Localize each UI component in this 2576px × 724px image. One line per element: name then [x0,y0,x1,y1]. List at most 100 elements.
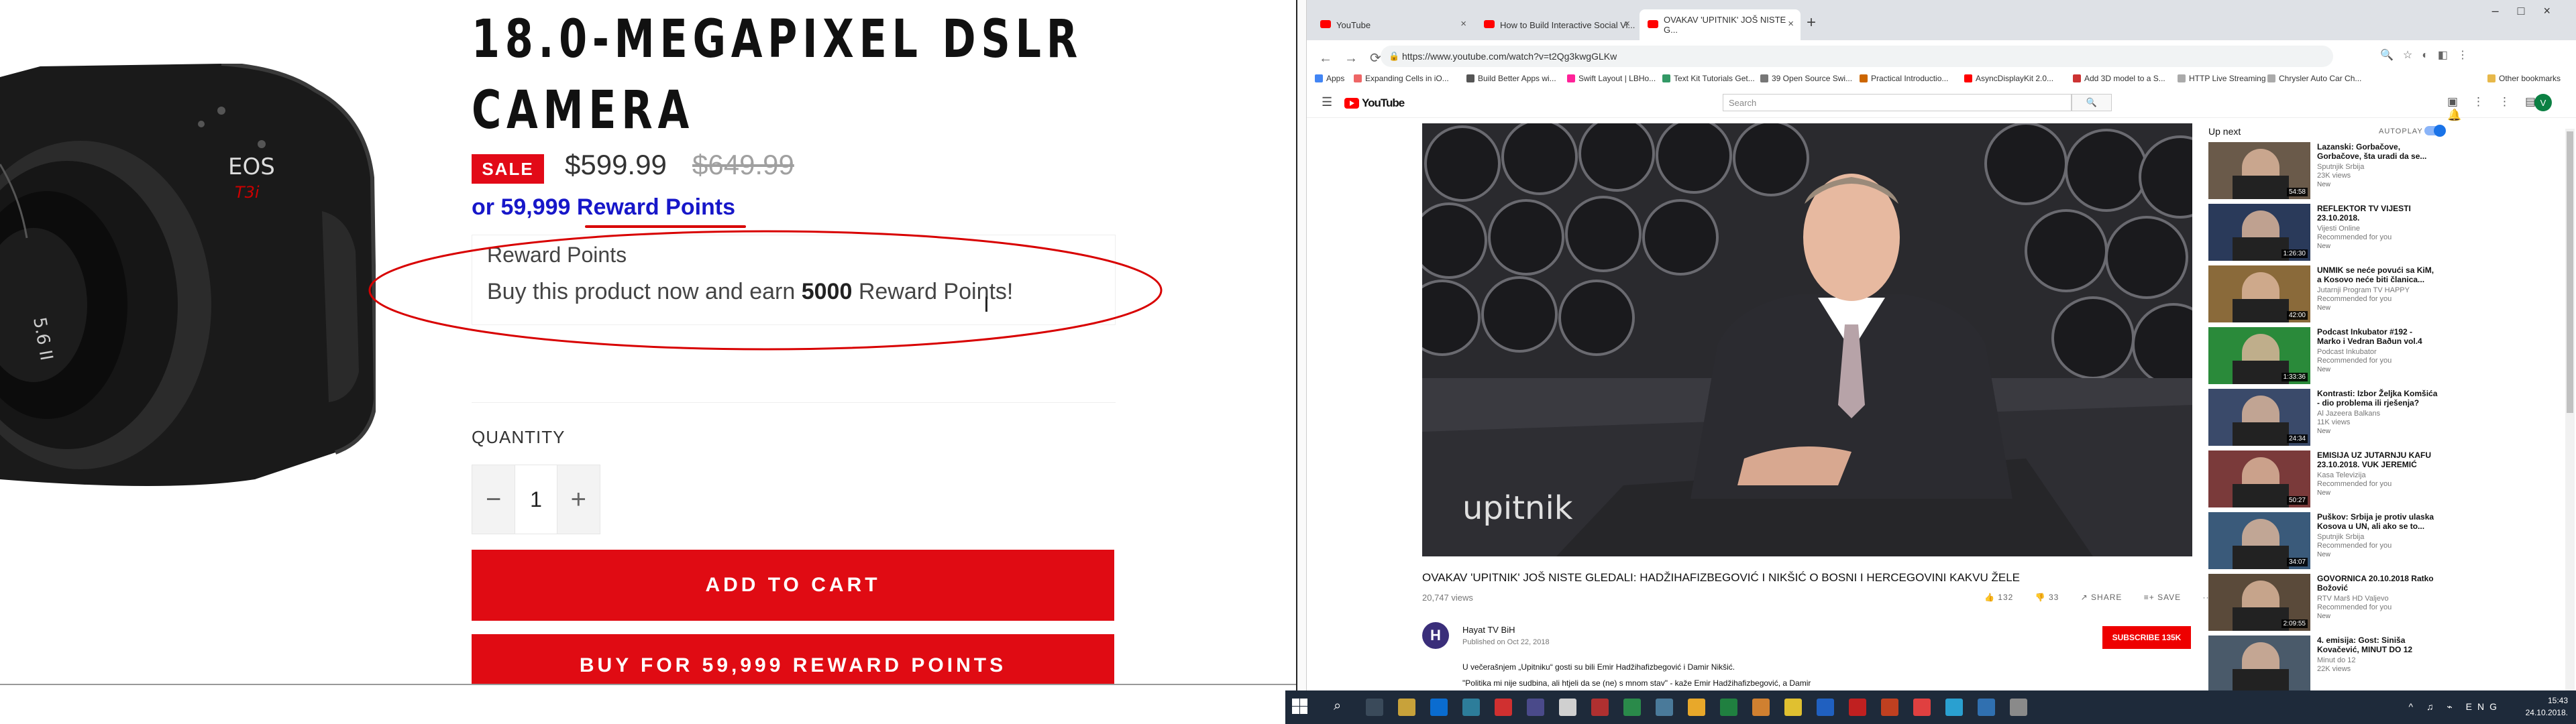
recommended-video[interactable]: 1:26:30 REFLEKTOR TV VIJESTI 23.10.2018. V… [2208,204,2477,261]
recommended-video-title[interactable]: REFLEKTOR TV VIJESTI 23.10.2018. [2317,204,2438,223]
search-button[interactable]: 🔍 [2072,94,2112,111]
quantity-increase-button[interactable]: + [557,465,600,534]
channel-name[interactable]: Hayat TV BiH [1462,625,1515,635]
recommended-video[interactable]: 1:33:36 Podcast Inkubator #192 - Marko i … [2208,327,2477,385]
app-icon[interactable] [1527,699,1544,716]
extension-icons[interactable]: 🔍☆◐◧⋮ [2380,48,2477,62]
recommended-video[interactable]: 34:07 Puškov: Srbija je protiv ulaska Kos… [2208,512,2477,570]
video-player[interactable]: upitnik [1422,123,2192,556]
app-icon[interactable] [1623,699,1641,716]
quantity-input[interactable]: 1 [515,465,557,534]
recommended-video-title[interactable]: Podcast Inkubator #192 - Marko i Vedran … [2317,327,2438,346]
bookmark[interactable]: Chrysler Auto Car Ch... [2267,74,2361,83]
language-indicator[interactable]: ENG [2466,701,2502,712]
recommended-video[interactable]: 42:00 UNMIK se neće povući sa KiM, a Koso… [2208,265,2477,323]
tab-youtube[interactable]: YouTube × [1312,9,1473,40]
recommended-video[interactable]: 2:09:55 GOVORNICA 20.10.2018 Ratko Božovi… [2208,574,2477,631]
close-tab-icon[interactable]: × [1624,18,1630,29]
channel-avatar[interactable]: H [1422,622,1449,649]
acrobat-icon[interactable] [1849,699,1866,716]
tab-how-to-build[interactable]: How to Build Interactive Social Vi... × [1476,9,1637,40]
bookmark-apps[interactable]: Apps [1315,74,1344,83]
address-bar[interactable]: 🔒 https://www.youtube.com/watch?v=t2Qg3k… [1381,46,2333,67]
bookmark[interactable]: Build Better Apps wi... [1466,74,1556,83]
window-controls[interactable]: –□× [2492,4,2569,18]
app-icon[interactable] [1881,699,1898,716]
tab-upitnik-active[interactable]: OVAKAV 'UPITNIK' JOŠ NISTE G... × [1640,9,1801,40]
bookmark[interactable]: Practical Introductio... [1860,74,1948,83]
recommended-video-title[interactable]: 4. emisija: Gost: Siniša Kovačević, MINU… [2317,636,2438,654]
quantity-decrease-button[interactable]: − [472,465,515,534]
share-button[interactable]: ↗ SHARE [2081,593,2132,602]
app-icon[interactable] [1462,699,1480,716]
dislike-button[interactable]: 👎 33 [2035,593,2069,602]
video-thumbnail[interactable]: 42:00 [2208,265,2310,322]
app-icon[interactable] [1495,699,1512,716]
recommended-video-title[interactable]: UNMIK se neće povući sa KiM, a Kosovo ne… [2317,265,2438,284]
app-icon[interactable] [1945,699,1963,716]
video-thumbnail[interactable]: 1:26:30 [2208,204,2310,261]
app-icon[interactable] [1656,699,1673,716]
recommended-video-title[interactable]: EMISIJA UZ JUTARNJU KAFU 23.10.2018. VUK… [2317,450,2438,469]
video-thumbnail[interactable]: 24:34 [2208,389,2310,446]
recommended-video[interactable]: 24:34 Kontrasti: Izbor Željka Komšića - d… [2208,389,2477,446]
hamburger-menu-icon[interactable]: ☰ [1322,95,1332,109]
bookmark[interactable]: Swift Layout | LBHo... [1567,74,1656,83]
recommended-video[interactable]: 50:27 EMISIJA UZ JUTARNJU KAFU 23.10.2018… [2208,450,2477,508]
recommended-video[interactable]: 4. emisija: Gost: Siniša Kovačević, MINU… [2208,636,2477,690]
bookmark[interactable]: Expanding Cells in iO... [1354,74,1449,83]
app-icon[interactable] [1720,699,1737,716]
app-icon[interactable] [1913,699,1931,716]
page-scrollbar[interactable] [2565,129,2575,690]
subscribe-button[interactable]: SUBSCRIBE 135K [2102,626,2191,649]
app-icon[interactable] [1752,699,1770,716]
recommended-video-title[interactable]: Puškov: Srbija je protiv ulaska Kosova u… [2317,512,2438,531]
save-button[interactable]: ≡+ SAVE [2144,593,2190,602]
reward-points-link[interactable]: or 59,999 Reward Points [472,194,735,221]
task-view-icon[interactable] [1366,699,1383,716]
clock[interactable]: 15:43 24.10.2018. [2526,695,2568,719]
add-to-cart-button[interactable]: ADD TO CART [472,550,1114,621]
chrome-icon[interactable] [1688,699,1705,716]
word-icon[interactable] [1817,699,1834,716]
app-icon[interactable] [1784,699,1802,716]
file-explorer-icon[interactable] [1398,699,1415,716]
window-divider[interactable]: · · · · · · · · · · · · · · · · · · · · … [1296,0,1307,724]
recommended-video-title[interactable]: Lazanski: Gorbačove, Gorbačove, šta urad… [2317,142,2438,161]
windows-start-icon[interactable] [1292,699,1308,715]
bookmark[interactable]: Add 3D model to a S... [2073,74,2165,83]
scrollbar-thumb[interactable] [2567,131,2573,413]
app-icon[interactable] [1978,699,1995,716]
avatar[interactable]: V [2534,94,2552,111]
bookmark[interactable]: Text Kit Tutorials Get... [1662,74,1755,83]
autoplay-toggle[interactable] [2424,125,2446,137]
bookmark-other[interactable]: Other bookmarks [2487,74,2561,83]
recommended-video[interactable]: 54:58 Lazanski: Gorbačove, Gorbačove, šta… [2208,142,2477,200]
bookmark[interactable]: 39 Open Source Swi... [1760,74,1852,83]
youtube-logo[interactable]: YouTube [1344,97,1405,110]
recommended-video-title[interactable]: Kontrasti: Izbor Željka Komšića - dio pr… [2317,389,2438,408]
video-thumbnail[interactable]: 50:27 [2208,450,2310,507]
close-tab-icon[interactable]: × [1788,18,1794,29]
video-thumbnail[interactable]: 34:07 [2208,512,2310,569]
bookmark[interactable]: HTTP Live Streaming [2178,74,2266,83]
bookmark-favicon-icon [2267,74,2275,82]
edge-icon[interactable] [1430,699,1448,716]
video-thumbnail[interactable]: 54:58 [2208,142,2310,199]
mail-icon[interactable] [1559,699,1576,716]
app-icon[interactable] [1591,699,1609,716]
app-icon[interactable] [2010,699,2027,716]
recommended-video-title[interactable]: GOVORNICA 20.10.2018 Ratko Božović [2317,574,2438,593]
taskbar-search-icon[interactable]: ⌕ [1334,699,1341,714]
new-tab-button[interactable]: + [1807,13,1816,32]
system-tray-icons[interactable]: ^ ♫ ⌁ ENG [2408,701,2502,713]
like-button[interactable]: 👍 132 [1984,593,2023,602]
bookmark[interactable]: AsyncDisplayKit 2.0... [1964,74,2053,83]
video-thumbnail[interactable] [2208,636,2310,690]
video-thumbnail[interactable]: 1:33:36 [2208,327,2310,384]
close-tab-icon[interactable]: × [1460,18,1466,29]
buy-with-reward-points-button[interactable]: BUY FOR 59,999 REWARD POINTS [472,634,1114,690]
search-input[interactable]: Search [1723,94,2072,111]
video-thumbnail[interactable]: 2:09:55 [2208,574,2310,631]
header-icons[interactable]: ▣⋮⋮▤🔔 [2447,95,2576,122]
